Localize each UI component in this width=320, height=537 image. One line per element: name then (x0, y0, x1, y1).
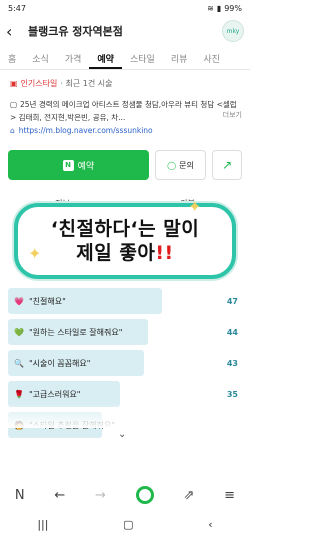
document-icon: ▢ (10, 100, 18, 109)
share-button[interactable]: ↗ (212, 150, 242, 180)
link-text: https://m.blog.naver.com/sssunkino (18, 126, 153, 135)
shop-description: ▢ 25년 경력의 메이크업 아티스트 정샘물 청담,아우라 뷰티 청담 <셀럽>… (10, 98, 242, 124)
review-keyword-item: 💗 "친절해요" 47 (8, 288, 242, 314)
list-fade (0, 404, 250, 428)
home-circle-icon[interactable] (135, 486, 154, 504)
bubble-exclaim: !! (155, 242, 174, 264)
bubble-line-2-text: 제일 좋아 (76, 242, 156, 264)
tab-home[interactable]: 홈 (0, 48, 24, 69)
home-icon: ⌂ (10, 126, 15, 135)
action-buttons: N 예약 ◯ 문의 ↗ (8, 150, 242, 180)
avatar[interactable]: mky (222, 20, 244, 42)
review-emoji-icon: 💚 (14, 327, 24, 337)
status-indicators: ≋ ▮ 99% (207, 4, 242, 13)
back-icon[interactable]: ← (54, 488, 65, 503)
home-button-icon[interactable]: ▢ (123, 518, 133, 531)
sparkle-icon: ✦ (188, 197, 202, 216)
browser-toolbar: N ← → ⇗ ≡ (0, 480, 250, 510)
inquiry-button[interactable]: ◯ 문의 (154, 150, 207, 180)
blog-link[interactable]: ⌂ https://m.blog.naver.com/sssunkino (10, 126, 153, 135)
tab-price[interactable]: 가격 (57, 48, 90, 69)
back-arrow-icon[interactable]: ‹ (6, 22, 24, 41)
hot-label: 인기스타일 (20, 79, 58, 88)
system-nav: ||| ▢ ‹ (0, 512, 250, 537)
status-time: 5:47 (8, 3, 26, 13)
popular-style[interactable]: ▣ 인기스타일 · 최근 1건 시술 (10, 78, 112, 89)
tab-style[interactable]: 스타일 (122, 48, 163, 69)
review-keyword-count: 43 (226, 358, 238, 368)
share-icon: ↗ (222, 158, 233, 172)
tab-photo[interactable]: 사진 (195, 48, 228, 69)
menu-icon[interactable]: ≡ (224, 488, 235, 503)
battery-level: 99% (224, 3, 242, 13)
hot-suffix: · 최근 1건 시술 (60, 79, 113, 88)
naver-n-icon[interactable]: N (15, 488, 25, 503)
review-highlight-bubble: ‘친절하다‘는 말이 제일 좋아!! (14, 203, 236, 279)
header: ‹ 블랭크유 정자역본점 mky (0, 18, 250, 44)
review-keyword-label: "고급스러워요" (28, 389, 81, 399)
signal-icon: ▮ (216, 3, 222, 13)
review-keyword-count: 47 (226, 296, 238, 306)
bubble-line-1: ‘친절하다‘는 말이 (50, 218, 200, 240)
review-emoji-icon: 🔍 (14, 358, 24, 368)
naver-n-icon: N (62, 159, 74, 171)
inquiry-label: 문의 (179, 160, 194, 170)
reserve-button[interactable]: N 예약 (8, 150, 149, 180)
review-emoji-icon: 🌹 (14, 389, 24, 399)
review-keyword-text: 💚 "원하는 스타일로 잘해줘요" (8, 327, 122, 338)
description-text: 25년 경력의 메이크업 아티스트 정샘물 청담,아우라 뷰티 청담 <셀럽> … (10, 100, 237, 122)
page-title: 블랭크유 정자역본점 (28, 25, 123, 38)
forward-icon[interactable]: → (95, 488, 106, 503)
status-bar: 5:47 ≋ ▮ 99% (0, 0, 250, 16)
hot-icon: ▣ (10, 79, 18, 88)
chevron-down-icon[interactable]: ⌄ (118, 429, 126, 440)
share-arrow-icon[interactable]: ⇗ (183, 488, 194, 503)
sparkle-icon: ✦ (28, 244, 42, 263)
review-keyword-text: 🔍 "시술이 꼼꼼해요" (8, 358, 90, 369)
review-keyword-label: "시술이 꼼꼼해요" (28, 358, 91, 368)
review-keyword-count: 44 (226, 327, 238, 337)
tab-reservation[interactable]: 예약 (89, 48, 122, 69)
bubble-line-2: 제일 좋아!! (76, 241, 173, 265)
review-keyword-text: 💗 "친절해요" (8, 296, 66, 307)
review-keyword-count: 35 (226, 389, 238, 399)
reserve-label: 예약 (77, 161, 95, 172)
tab-bar: 홈 소식 가격 예약 스타일 리뷰 사진 (0, 48, 250, 70)
review-keyword-label: "원하는 스타일로 잘해줘요" (28, 327, 123, 337)
chat-icon: ◯ (167, 160, 177, 170)
review-emoji-icon: 💗 (14, 296, 24, 306)
back-button-icon[interactable]: ‹ (208, 518, 212, 531)
review-keyword-item: 🔍 "시술이 꼼꼼해요" 43 (8, 350, 242, 376)
recent-apps-icon[interactable]: ||| (37, 518, 48, 531)
tab-review[interactable]: 리뷰 (163, 48, 196, 69)
more-link[interactable]: 더보기 (223, 110, 242, 120)
wifi-icon: ≋ (207, 3, 214, 13)
review-keyword-item: 💚 "원하는 스타일로 잘해줘요" 44 (8, 319, 242, 345)
tab-news[interactable]: 소식 (24, 48, 57, 69)
review-keyword-text: 🌹 "고급스러워요" (8, 389, 81, 400)
avatar-text: mky (226, 27, 240, 35)
review-keyword-label: "친절해요" (28, 296, 66, 306)
